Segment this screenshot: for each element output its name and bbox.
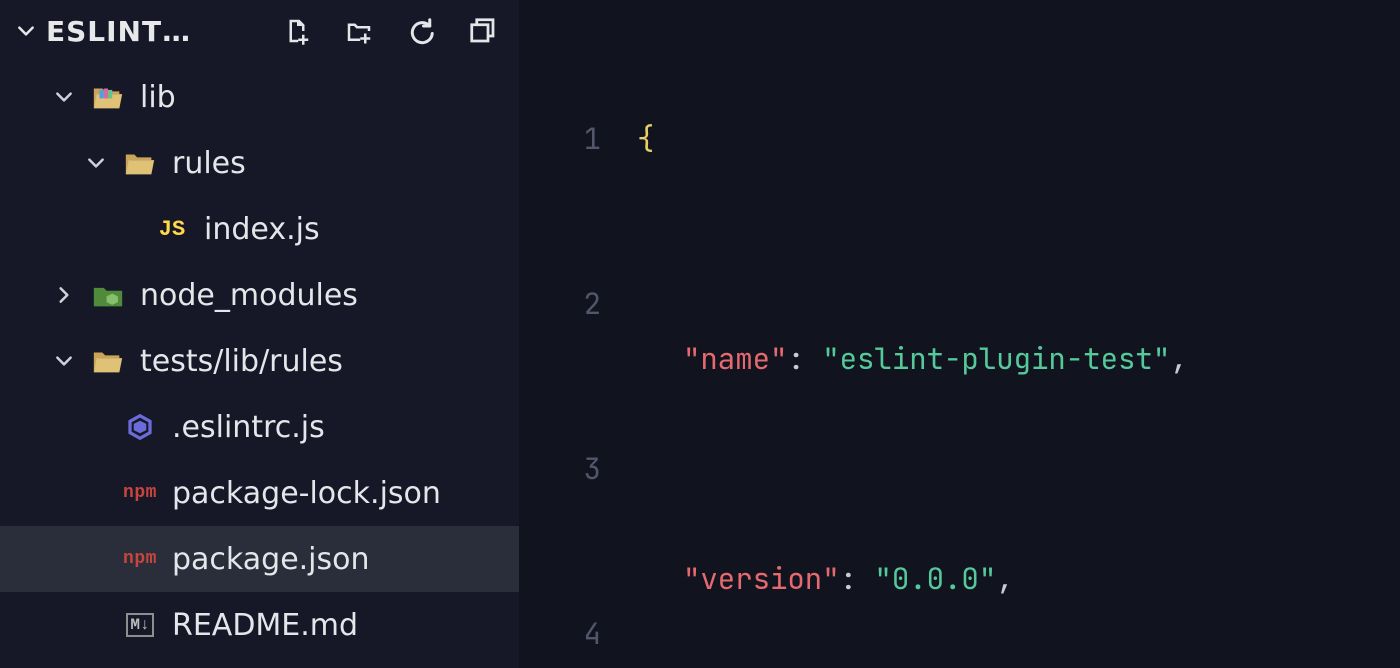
code-editor[interactable]: 1 2 3 4 5 6 7 8 9 10 11 12 { "name": "es…: [519, 0, 1400, 668]
line-number: 1: [519, 111, 637, 166]
markdown-file-icon: M↓: [122, 607, 158, 643]
line-number: 2: [519, 276, 637, 331]
tree-folder-node-modules[interactable]: node_modules: [0, 262, 519, 328]
tree-item-label: tests/lib/rules: [140, 344, 519, 379]
new-file-icon[interactable]: [279, 13, 315, 49]
npm-file-icon: npm: [122, 475, 158, 511]
collapse-all-icon[interactable]: [465, 13, 501, 49]
chevron-down-icon: [52, 87, 76, 107]
folder-open-icon: [90, 343, 126, 379]
npm-file-icon: npm: [122, 541, 158, 577]
chevron-down-icon: [52, 351, 76, 371]
explorer-actions: [279, 13, 507, 49]
tree-file-readme[interactable]: M↓ README.md: [0, 592, 519, 658]
code-line: "version": "0.0.0",: [637, 551, 1400, 606]
folder-open-icon: [90, 79, 126, 115]
tree-file-indexjs[interactable]: JS index.js: [0, 196, 519, 262]
tree-file-package-json[interactable]: npm package.json: [0, 526, 519, 592]
line-number-gutter: 1 2 3 4 5 6 7 8 9 10 11 12: [519, 0, 637, 668]
chevron-right-icon: [52, 285, 76, 305]
chevron-down-icon: [84, 153, 108, 173]
tree-item-label: package.json: [172, 542, 519, 577]
explorer-title: ESLINT…: [46, 15, 271, 48]
tree-item-label: index.js: [204, 212, 519, 247]
js-file-icon: JS: [154, 211, 190, 247]
tree-file-package-lock[interactable]: npm package-lock.json: [0, 460, 519, 526]
new-folder-icon[interactable]: [341, 13, 377, 49]
app-root: ESLINT…: [0, 0, 1400, 668]
line-number: 4: [519, 606, 637, 661]
tree-item-label: package-lock.json: [172, 476, 519, 511]
folder-node-icon: [90, 277, 126, 313]
code-area[interactable]: { "name": "eslint-plugin-test", "version…: [637, 0, 1400, 668]
explorer-sidebar: ESLINT…: [0, 0, 519, 668]
folder-open-icon: [122, 145, 158, 181]
tree-folder-lib[interactable]: lib: [0, 64, 519, 130]
code-line: "name": "eslint-plugin-test",: [637, 331, 1400, 386]
line-number: 3: [519, 441, 637, 496]
code-line: {: [637, 111, 1400, 166]
refresh-icon[interactable]: [403, 13, 439, 49]
tree-folder-rules[interactable]: rules: [0, 130, 519, 196]
eslint-file-icon: [122, 409, 158, 445]
tree-item-label: README.md: [172, 608, 519, 643]
tree-item-label: lib: [140, 80, 519, 115]
tree-item-label: rules: [172, 146, 519, 181]
chevron-down-icon: [14, 21, 38, 41]
tree-item-label: .eslintrc.js: [172, 410, 519, 445]
explorer-header[interactable]: ESLINT…: [0, 0, 519, 62]
tree-folder-tests[interactable]: tests/lib/rules: [0, 328, 519, 394]
file-tree: lib rules JS index.js: [0, 62, 519, 658]
tree-item-label: node_modules: [140, 278, 519, 313]
tree-file-eslintrc[interactable]: .eslintrc.js: [0, 394, 519, 460]
